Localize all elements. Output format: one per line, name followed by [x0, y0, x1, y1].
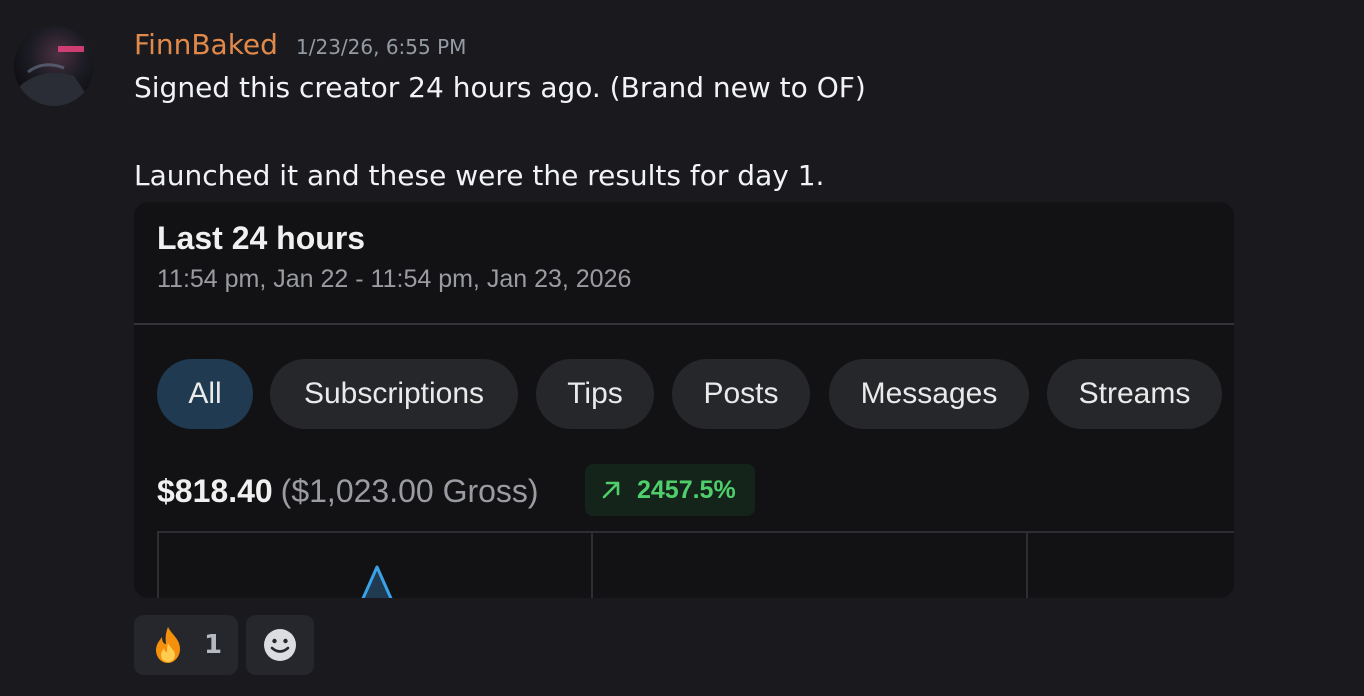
- add-reaction-button[interactable]: [246, 615, 314, 675]
- chart-gridline: [591, 533, 593, 598]
- growth-percentage: 2457.5%: [637, 476, 736, 504]
- filter-chip-all[interactable]: All: [157, 359, 253, 429]
- image-attachment[interactable]: Last 24 hours 11:54 pm, Jan 22 - 11:54 p…: [134, 202, 1234, 598]
- net-earnings: $818.40: [157, 473, 273, 509]
- gross-earnings: ($1,023.00 Gross): [280, 473, 539, 509]
- message-timestamp[interactable]: 1/23/26, 6:55 PM: [296, 34, 466, 60]
- earnings-summary: $818.40 ($1,023.00 Gross): [157, 468, 539, 514]
- message-text-line: Signed this creator 24 hours ago. (Brand…: [134, 71, 866, 104]
- chart-gridline: [1026, 533, 1028, 598]
- chart-gridline: [157, 533, 159, 598]
- add-reaction-icon: [264, 629, 296, 661]
- author-name[interactable]: FinnBaked: [134, 27, 278, 63]
- chat-message: FinnBaked 1/23/26, 6:55 PM Signed this c…: [0, 0, 1364, 696]
- divider: [134, 323, 1234, 325]
- filter-chip-tips[interactable]: Tips: [536, 359, 654, 429]
- chart-peak-line: [361, 565, 393, 598]
- message-text-line: Launched it and these were the results f…: [134, 159, 825, 192]
- filter-chip-posts[interactable]: Posts: [672, 359, 810, 429]
- growth-badge: 2457.5%: [585, 464, 755, 516]
- trend-up-arrow-icon: [602, 481, 620, 499]
- filter-chip-messages[interactable]: Messages: [829, 359, 1029, 429]
- fire-emoji-icon: [156, 627, 180, 663]
- earnings-date-range: 11:54 pm, Jan 22 - 11:54 pm, Jan 23, 202…: [157, 265, 632, 293]
- reaction-count: 1: [204, 630, 223, 660]
- earnings-chart: [157, 531, 1234, 598]
- filter-chip-subscriptions[interactable]: Subscriptions: [270, 359, 518, 429]
- earnings-period-title: Last 24 hours: [157, 220, 366, 256]
- filter-chip-streams[interactable]: Streams: [1047, 359, 1222, 429]
- avatar-image: [14, 26, 94, 106]
- avatar[interactable]: [14, 26, 94, 106]
- reaction-fire[interactable]: 1: [134, 615, 238, 675]
